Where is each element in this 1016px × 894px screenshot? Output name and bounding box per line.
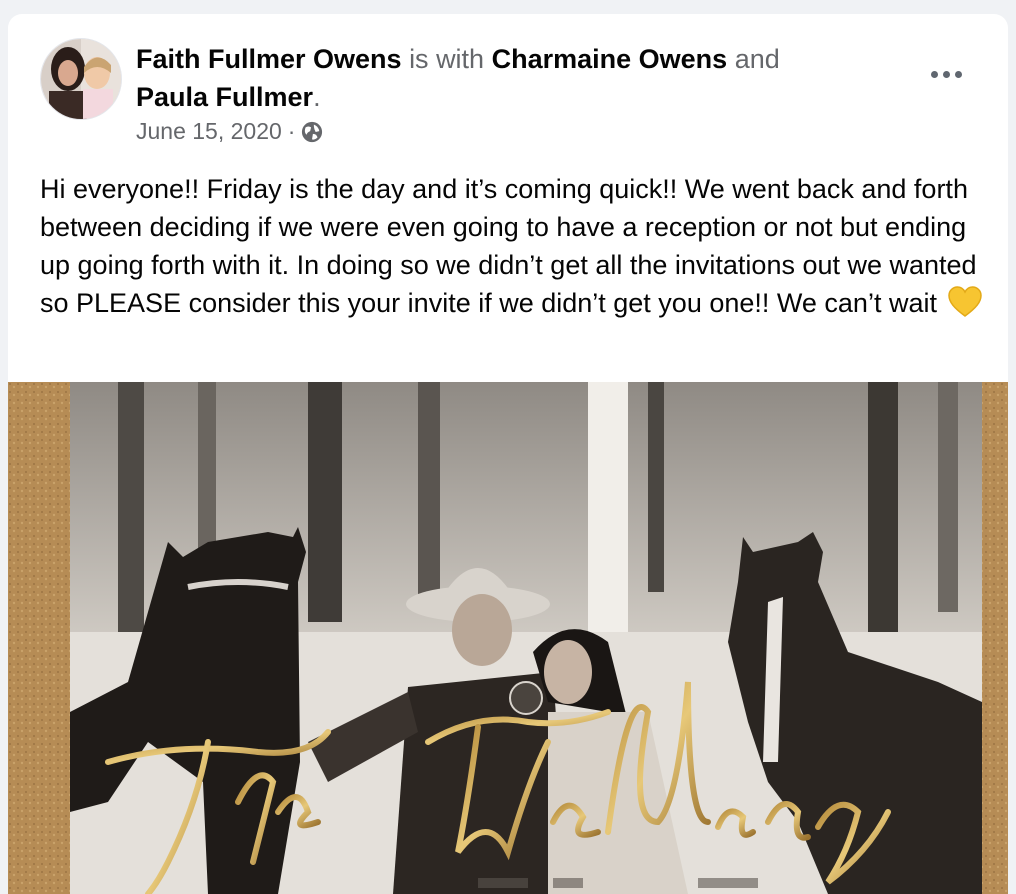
post-card: Faith Fullmer Owens is with Charmaine Ow… <box>8 14 1008 894</box>
post-body-text: Hi everyone!! Friday is the day and it’s… <box>40 174 977 318</box>
author-name[interactable]: Faith Fullmer Owens <box>136 44 402 74</box>
post-header: Faith Fullmer Owens is with Charmaine Ow… <box>136 40 896 116</box>
meta-separator: · <box>287 118 296 144</box>
header-period: . <box>313 82 321 112</box>
globe-icon[interactable] <box>301 121 323 143</box>
with-text: is with <box>409 44 485 74</box>
more-dot <box>942 70 950 78</box>
author-avatar[interactable] <box>40 38 122 120</box>
more-dot <box>954 70 962 78</box>
post-photo[interactable] <box>8 382 1008 894</box>
more-options-button[interactable] <box>922 56 970 92</box>
post-meta: June 15, 2020 · <box>136 118 323 145</box>
tagged-person-1[interactable]: Charmaine Owens <box>492 44 728 74</box>
post-date[interactable]: June 15, 2020 <box>136 118 282 145</box>
post-body: Hi everyone!! Friday is the day and it’s… <box>40 170 990 322</box>
and-text: and <box>734 44 780 74</box>
yellow-heart-icon <box>948 286 983 317</box>
more-horizontal-icon <box>930 70 938 78</box>
wedding-invitation-photo <box>8 382 1008 894</box>
tagged-person-2[interactable]: Paula Fullmer <box>136 82 313 112</box>
avatar-photo <box>41 39 121 119</box>
